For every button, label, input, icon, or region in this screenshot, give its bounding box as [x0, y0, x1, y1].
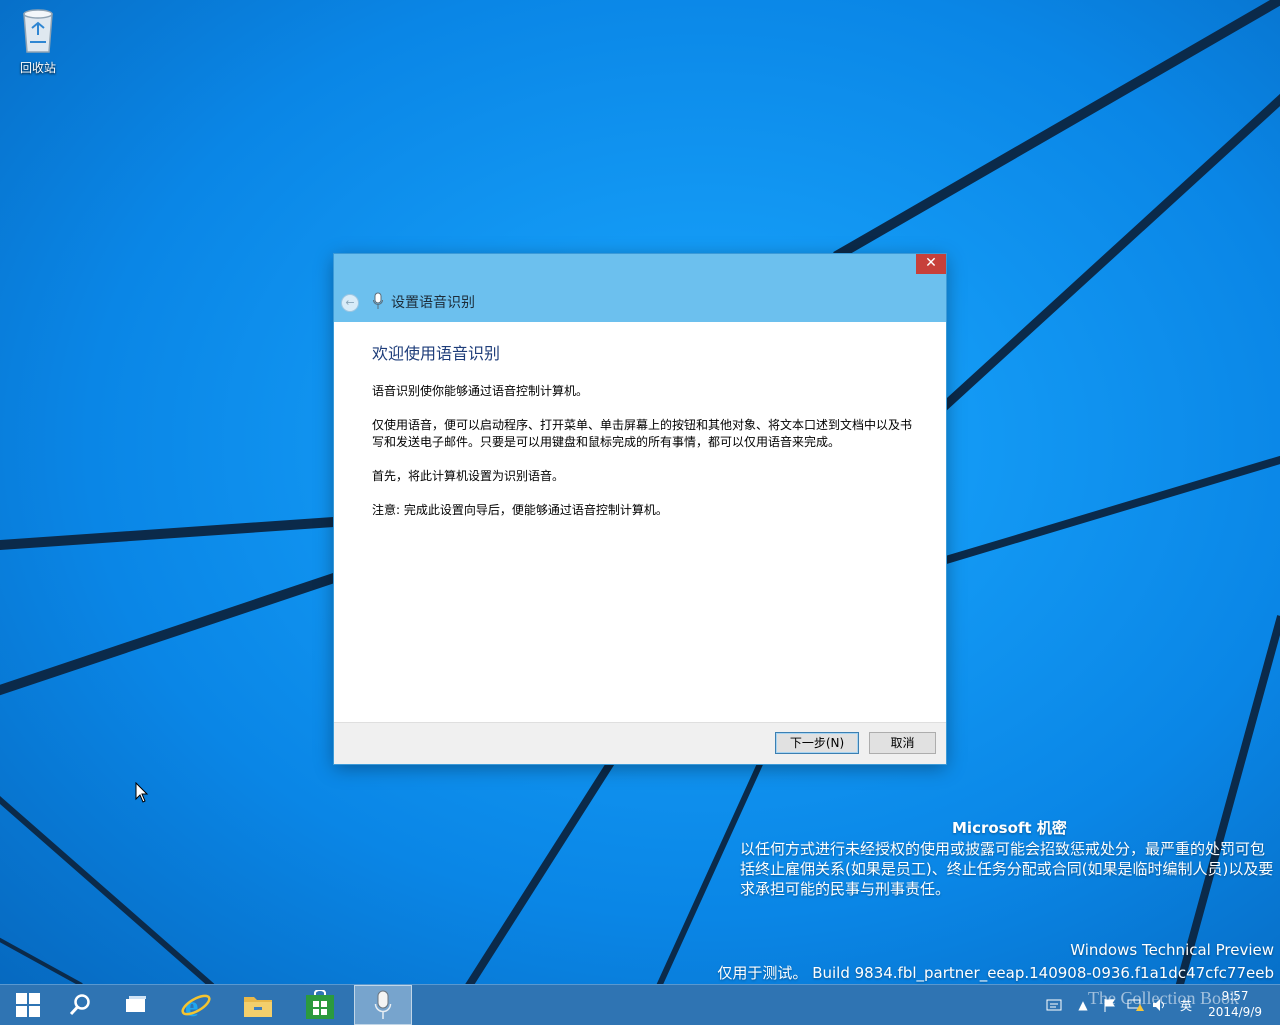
task-view-button[interactable] [108, 985, 164, 1025]
mouse-cursor-icon [135, 782, 149, 803]
start-button[interactable] [0, 985, 56, 1025]
action-center-icon[interactable] [1044, 985, 1064, 1025]
speech-setup-dialog: ✕ ← 设置语音识别 欢迎使用语音识别 语音识别使你能够通过语音控制计算机。 仅… [334, 254, 946, 764]
recycle-bin-label: 回收站 [19, 61, 56, 75]
dialog-title: 设置语音识别 [391, 295, 475, 311]
dialog-header: ✕ ← 设置语音识别 [334, 254, 946, 322]
build-watermark: 仅用于测试。 Build 9834.fbl_partner_eeap.14090… [717, 964, 1274, 982]
search-icon [69, 994, 90, 1016]
speech-recognition-button[interactable] [354, 985, 412, 1025]
recycle-bin-icon [23, 9, 53, 53]
internet-explorer-icon: e [181, 990, 211, 1021]
internet-explorer-button[interactable]: e [168, 985, 224, 1025]
note-paragraph: 注意: 完成此设置向导后，便能够通过语音控制计算机。 [372, 503, 668, 517]
message-icon [1046, 999, 1062, 1011]
search-button[interactable] [52, 985, 108, 1025]
recycle-bin[interactable]: 回收站 [10, 6, 66, 76]
dialog-footer: 下一步(N) 取消 [334, 722, 946, 764]
first-step-paragraph: 首先，将此计算机设置为识别语音。 [372, 469, 565, 483]
confidential-line-3: 求承担可能的民事与刑事责任。 [740, 880, 951, 898]
next-button[interactable]: 下一步(N) [775, 732, 859, 754]
overlay-logo-text: The Collection Book [1088, 988, 1239, 1008]
dialog-content: 欢迎使用语音识别 语音识别使你能够通过语音控制计算机。 仅使用语音，便可以启动程… [372, 340, 917, 536]
welcome-heading: 欢迎使用语音识别 [372, 344, 501, 363]
confidential-line-1: 以任何方式进行未经授权的使用或披露可能会招致惩戒处分，最严重的处罚可包 [740, 840, 1266, 858]
close-icon: ✕ [925, 255, 937, 271]
confidential-line-2: 括终止雇佣关系(如果是员工)、终止任务分配或合同(如果是临时编制人员)以及要 [740, 860, 1274, 878]
windows-logo-icon [16, 993, 40, 1017]
back-arrow-icon[interactable]: ← [341, 294, 359, 312]
desktop: 回收站 ✕ ← 设置语音识别 欢迎使用语音识别 语音识别使你能够通过语音控制计算… [0, 0, 1280, 984]
close-button[interactable]: ✕ [916, 254, 946, 274]
chevron-up-icon: ▲ [1078, 998, 1088, 1012]
speech-recognition-icon [374, 990, 392, 1019]
file-explorer-icon [244, 997, 272, 1017]
store-icon [306, 990, 334, 1019]
task-view-icon [126, 996, 146, 1012]
file-explorer-button[interactable] [230, 985, 286, 1025]
description-paragraph: 仅使用语音，便可以启动程序、打开菜单、单击屏幕上的按钮和其他对象、将文本口述到文… [372, 418, 913, 449]
store-button[interactable] [292, 985, 348, 1025]
confidential-title: Microsoft 机密 [952, 819, 1067, 837]
product-watermark: Windows Technical Preview [1070, 941, 1274, 959]
cancel-button[interactable]: 取消 [869, 732, 936, 754]
microphone-icon [373, 292, 383, 309]
intro-paragraph: 语音识别使你能够通过语音控制计算机。 [372, 384, 589, 398]
